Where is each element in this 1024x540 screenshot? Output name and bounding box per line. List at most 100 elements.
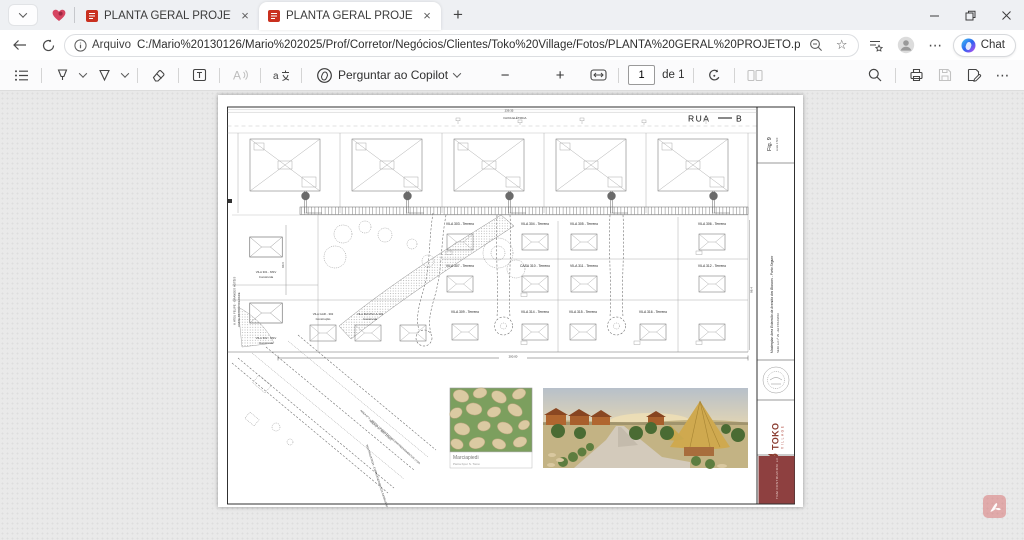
window-controls — [916, 0, 1024, 30]
company-name: TGM COSTRUZIONI srl — [775, 457, 779, 499]
pdf-file-icon — [268, 10, 280, 22]
tab-close-icon[interactable]: × — [237, 8, 253, 24]
tab-2-active[interactable]: PLANTA GERAL PROJETO.pdf × — [259, 2, 441, 30]
title-block: Fig. 9 scala 1:500 Masterplan Area Exten… — [759, 137, 795, 503]
lot-label: VILA 311 - Terreno — [570, 264, 598, 268]
chevron-down-icon[interactable] — [121, 69, 129, 77]
cul-de-sac-roads — [416, 213, 626, 346]
street-name: RUA — [688, 114, 710, 124]
copilot-logo-icon — [317, 68, 332, 83]
pdf-viewer[interactable]: RUA B 239.35 FAIXA ELÉTRICA — [0, 91, 1024, 540]
caption-title: Marciapiedi — [453, 455, 479, 461]
search-document-button[interactable] — [864, 64, 886, 86]
refresh-icon — [42, 39, 55, 52]
info-icon — [74, 39, 87, 52]
read-aloud-icon: A — [232, 68, 248, 82]
draw-pen-button[interactable] — [51, 64, 73, 86]
file-scheme-label: Arquivo — [92, 39, 131, 51]
park-area — [324, 215, 525, 339]
top-dimension: 239.35 — [505, 108, 514, 112]
url-text: C:/Mario%20130126/Mario%202025/Prof/Corr… — [137, 39, 800, 51]
restore-icon — [965, 10, 976, 21]
page-view-button-disabled[interactable] — [744, 64, 766, 86]
lot-label: Construção — [316, 317, 331, 321]
paving-texture-image: Marciapiedi Pietra Kpur S. Tomé — [448, 386, 532, 468]
figure-scale: scala 1:500 — [775, 137, 779, 151]
rotate-icon — [707, 68, 722, 83]
table-of-contents-icon — [14, 69, 29, 82]
tab-close-icon[interactable]: × — [419, 8, 435, 24]
village-render-image — [543, 388, 748, 469]
tab-1[interactable]: PLANTA GERAL PROJETO.pdf × — [77, 2, 259, 30]
two-page-view-icon — [747, 69, 763, 82]
tab-strip: PLANTA GERAL PROJETO.pdf × PLANTA GERAL … — [0, 0, 1024, 30]
svg-text:A: A — [233, 69, 241, 83]
page-number-input[interactable] — [628, 65, 655, 85]
print-button[interactable] — [905, 64, 927, 86]
zoom-indicator-button[interactable] — [806, 38, 826, 52]
refresh-button[interactable] — [36, 33, 60, 57]
acrobat-icon — [987, 499, 1002, 514]
page-count-label: de 1 — [662, 69, 684, 81]
more-options-button[interactable]: ⋯ — [992, 64, 1014, 86]
favorites-hub-button[interactable] — [863, 33, 889, 57]
settings-menu-button[interactable]: ⋯ — [923, 33, 949, 57]
zoom-in-button[interactable]: + — [550, 67, 570, 84]
zoom-out-button[interactable]: − — [495, 67, 515, 84]
chevron-down-icon[interactable] — [79, 69, 87, 77]
pinned-tab-heart-favicon[interactable] — [46, 9, 72, 22]
translate-icon: a — [273, 68, 290, 82]
lot-label: VILA 6M MSV & 303 — [357, 312, 384, 316]
lot-label: VILA 306 - Terreno — [698, 222, 726, 226]
minimize-button[interactable] — [916, 0, 952, 30]
back-arrow-icon — [13, 39, 27, 51]
toolbar-divider — [693, 68, 694, 83]
table-of-contents-button[interactable] — [10, 64, 32, 86]
lot-label: Construída — [363, 317, 378, 321]
lot-label: Construída — [259, 275, 274, 279]
lot-label: VILA 312 - Terreno — [698, 264, 726, 268]
lot-label: VILA 307 - Terreno — [446, 264, 474, 268]
area-label: ÁREA Nº 6 - MAT. 15.813 — [368, 419, 393, 442]
toolbar-divider — [137, 68, 138, 83]
access-road — [300, 207, 748, 215]
save-as-button[interactable] — [963, 64, 985, 86]
browser-window: PLANTA GERAL PROJETO.pdf × PLANTA GERAL … — [0, 0, 1024, 540]
street-rua-b: RUA B 239.35 FAIXA ELÉTRICA — [228, 108, 758, 126]
erase-button[interactable] — [147, 64, 169, 86]
fit-to-width-button[interactable] — [587, 64, 609, 86]
lot-label: VILA 301 - MSV — [256, 270, 277, 274]
save-as-icon — [967, 68, 982, 82]
favorite-star-button[interactable]: ☆ — [832, 37, 852, 53]
lot-label: VILA 303 - Terreno — [446, 222, 474, 226]
profile-button[interactable] — [893, 33, 919, 57]
svg-text:a: a — [273, 71, 279, 82]
back-button[interactable] — [8, 33, 32, 57]
add-text-button[interactable] — [188, 64, 210, 86]
pdf-toolbar: A a Perguntar ao Copilot − + — [0, 60, 1024, 91]
toolbar-divider — [178, 68, 179, 83]
open-in-acrobat-button[interactable] — [983, 495, 1006, 518]
middle-lot-grid: VILA 303 - Terreno VILA 304 - Terreno VI… — [228, 213, 749, 352]
project-title: Masterplan Area Extensão da Avenida dos … — [770, 256, 774, 353]
rotate-button[interactable] — [703, 64, 725, 86]
tab-search-button[interactable] — [8, 4, 38, 26]
lot-label: VILA 309 - Terreno — [451, 310, 479, 314]
new-tab-button[interactable]: + — [445, 2, 471, 28]
left-dimension: 90.6 — [281, 262, 285, 268]
restore-button[interactable] — [952, 0, 988, 30]
brand-name: TOKO — [771, 423, 781, 450]
read-aloud-button-disabled[interactable]: A — [229, 64, 251, 86]
address-bar: Arquivo C:/Mario%20130126/Mario%202025/P… — [0, 30, 1024, 60]
url-bar[interactable]: Arquivo C:/Mario%20130126/Mario%202025/P… — [64, 34, 859, 57]
favorites-list-icon — [868, 38, 883, 52]
copilot-chat-button[interactable]: Chat — [953, 34, 1016, 57]
lot-label: VILA 305 - Terreno — [570, 222, 598, 226]
save-button-disabled[interactable] — [934, 64, 956, 86]
highlight-button[interactable] — [93, 64, 115, 86]
ask-copilot-button[interactable]: Perguntar ao Copilot — [311, 66, 466, 85]
existing-road-area: ÁREA Nº 1 - BRASIL URBANIZADORA EMPREEND… — [232, 307, 436, 507]
close-button[interactable] — [988, 0, 1024, 30]
translate-button[interactable]: a — [270, 64, 292, 86]
road-label: RUA PROJETADA - EMPREENDIMENTOS IMOBILIÁ… — [365, 444, 392, 507]
